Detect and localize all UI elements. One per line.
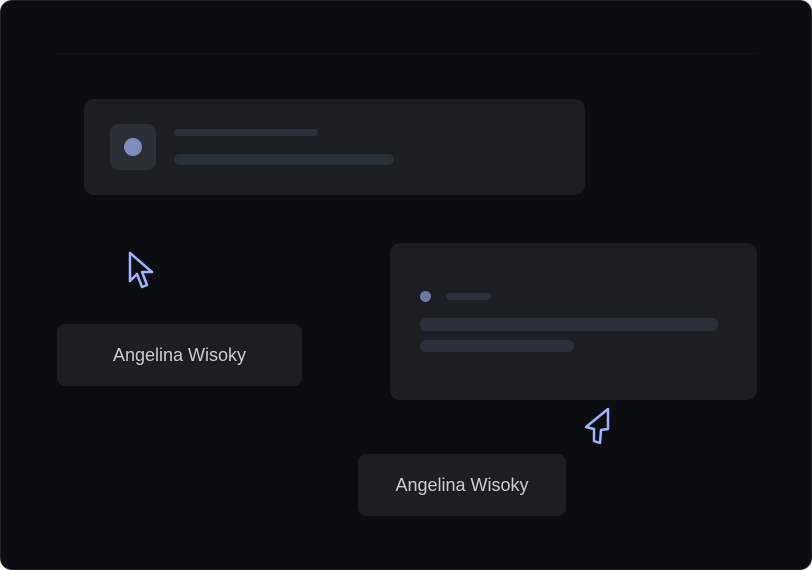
skeleton-line-title — [174, 129, 318, 136]
user-name-label: Angelina Wisoky — [395, 474, 529, 495]
avatar — [110, 124, 156, 170]
skeleton-line-short — [446, 293, 491, 300]
user-name-tag: Angelina Wisoky — [57, 324, 302, 386]
pointer-cursor-icon — [128, 251, 154, 289]
user-name-label: Angelina Wisoky — [112, 344, 247, 365]
avatar-dot-icon — [124, 138, 142, 156]
skeleton-line-medium — [420, 340, 574, 352]
canvas-frame: Angelina Wisoky Angelina Wisoky — [0, 0, 812, 570]
skeleton-card-right — [390, 243, 757, 400]
skeleton-card-top — [84, 99, 585, 195]
skeleton-line-subtitle — [174, 154, 394, 165]
user-name-tag: Angelina Wisoky — [358, 454, 566, 516]
pointer-cursor-icon — [584, 407, 610, 445]
skeleton-line-long — [420, 318, 718, 331]
divider-line — [57, 53, 757, 54]
status-dot-icon — [420, 291, 431, 302]
